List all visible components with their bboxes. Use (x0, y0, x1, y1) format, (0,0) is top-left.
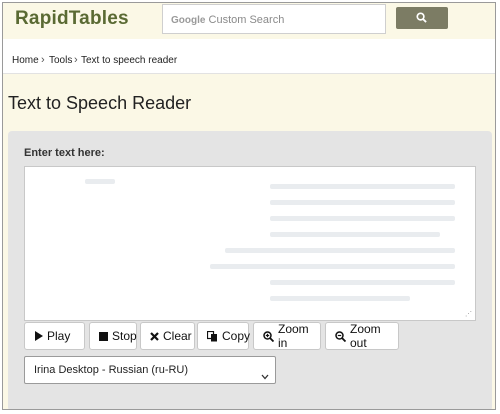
clear-label: Clear (163, 329, 192, 343)
search-button[interactable] (396, 7, 448, 29)
site-logo[interactable]: RapidTables (15, 8, 129, 30)
reader-panel: Enter text here: ⋰ Play Stop Clear Copy … (8, 131, 492, 409)
stop-icon (99, 331, 108, 341)
clear-button[interactable]: Clear (140, 322, 195, 350)
stop-label: Stop (112, 329, 137, 343)
voice-select-value: Irina Desktop - Russian (ru-RU) (34, 364, 189, 376)
text-input-label: Enter text here: (24, 147, 105, 159)
search-placeholder-text: Custom Search (208, 14, 285, 26)
blurred-text-line (270, 232, 440, 237)
blurred-text-line (270, 216, 455, 221)
breadcrumb-current: Text to speech reader (81, 55, 178, 66)
copy-button[interactable]: Copy (197, 322, 251, 350)
blurred-text-line (270, 296, 410, 301)
chevron-down-icon (261, 367, 269, 385)
page-frame: RapidTables Google Custom Search Home › … (2, 2, 496, 410)
zoom-out-label: Zoom out (350, 322, 381, 350)
top-bar: RapidTables Google Custom Search (3, 3, 495, 39)
close-icon (150, 331, 159, 341)
play-button[interactable]: Play (24, 322, 85, 350)
zoom-in-label: Zoom in (278, 322, 309, 350)
blurred-text-line (270, 280, 455, 285)
blurred-text-line (270, 184, 455, 189)
blurred-text-line (225, 248, 455, 253)
search-brand: Google (171, 15, 206, 26)
zoom-in-button[interactable]: Zoom in (253, 322, 321, 350)
search-input[interactable]: Google Custom Search (162, 4, 386, 34)
blurred-text-line (270, 200, 455, 205)
search-icon (416, 12, 427, 23)
breadcrumb-separator: › (74, 54, 78, 66)
copy-label: Copy (222, 329, 251, 343)
zoom-in-icon (263, 330, 274, 342)
main-content: Text to Speech Reader Enter text here: ⋰… (3, 74, 495, 409)
text-input-area[interactable]: ⋰ (24, 166, 476, 321)
play-label: Play (47, 329, 71, 343)
breadcrumb-tools[interactable]: Tools (49, 55, 72, 66)
breadcrumb-separator: › (41, 54, 45, 66)
blurred-text-line (210, 264, 455, 269)
breadcrumb-home[interactable]: Home (12, 55, 39, 66)
voice-select[interactable]: Irina Desktop - Russian (ru-RU) (24, 356, 276, 384)
zoom-out-button[interactable]: Zoom out (325, 322, 399, 350)
search-placeholder: Google Custom Search (171, 14, 284, 26)
play-icon (34, 331, 43, 341)
page-title: Text to Speech Reader (8, 93, 192, 113)
resize-handle[interactable]: ⋰ (465, 310, 472, 318)
stop-button[interactable]: Stop (89, 322, 137, 350)
copy-icon (207, 330, 218, 342)
zoom-out-icon (335, 330, 346, 342)
blurred-text-line (85, 179, 115, 184)
breadcrumb: Home › Tools › Text to speech reader (3, 39, 495, 74)
